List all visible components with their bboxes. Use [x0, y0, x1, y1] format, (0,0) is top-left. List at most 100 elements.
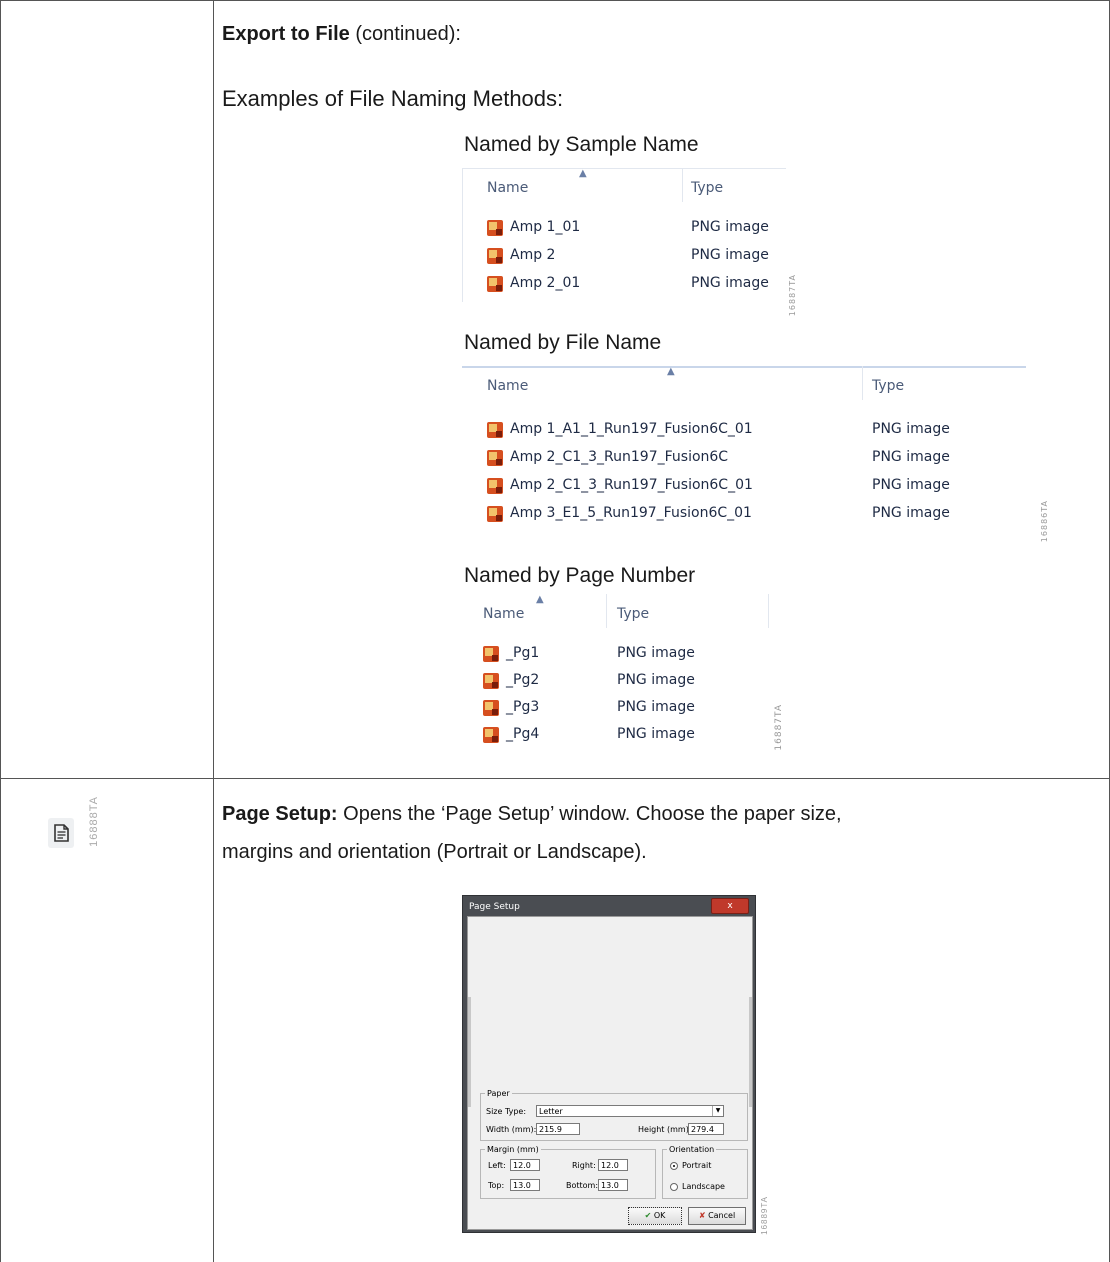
list-header: ▲ Name Type — [462, 168, 786, 208]
type-column-header[interactable]: Type — [872, 378, 904, 394]
list-item[interactable]: Amp 1_01 PNG image — [462, 214, 786, 242]
page-setup-dialog: Page Setup x Paper Size Type: Letter ▼ W… — [462, 895, 756, 1233]
png-image-icon — [483, 646, 499, 662]
name-column-header[interactable]: Name — [487, 180, 528, 196]
close-icon[interactable]: x — [711, 898, 749, 914]
check-icon: ✔ — [644, 1211, 652, 1220]
file-name: Amp 2 — [510, 247, 556, 263]
page-number-explorer: ▲ Name Type _Pg1 PNG image _Pg2 PNG imag… — [470, 594, 784, 752]
column-divider — [862, 366, 863, 400]
dialog-scrollbar-left — [468, 997, 471, 1107]
file-name: Amp 1_01 — [510, 219, 581, 235]
file-name: Amp 2_C1_3_Run197_Fusion6C — [510, 449, 729, 465]
column-divider — [606, 594, 607, 628]
size-type-label: Size Type: — [486, 1107, 527, 1116]
list-item[interactable]: _Pg3 PNG image — [470, 694, 780, 722]
portrait-radio[interactable] — [670, 1162, 678, 1170]
cross-icon: ✘ — [698, 1211, 706, 1220]
right-margin-field[interactable]: 12.0 — [598, 1159, 628, 1171]
table-left-rule — [0, 0, 1, 1262]
type-column-header[interactable]: Type — [691, 180, 723, 196]
list-item[interactable]: Amp 2 PNG image — [462, 242, 786, 270]
figure-code: 16887TA — [774, 704, 784, 751]
icon-figure-code: 16888TA — [88, 796, 100, 847]
size-type-value: Letter — [539, 1107, 563, 1116]
page-setup-desc-line1: Opens the ‘Page Setup’ window. Choose th… — [337, 803, 842, 825]
left-margin-label: Left: — [488, 1161, 506, 1170]
sort-ascending-icon[interactable]: ▲ — [579, 168, 587, 179]
page-setup-description: Page Setup: Opens the ‘Page Setup’ windo… — [222, 798, 842, 830]
file-name: Amp 2_01 — [510, 275, 581, 291]
margin-legend: Margin (mm) — [487, 1145, 539, 1154]
export-to-file-title: Export to File (continued): — [222, 18, 461, 50]
export-to-file-label: Export to File — [222, 23, 350, 45]
landscape-radio[interactable] — [670, 1183, 678, 1191]
png-image-icon — [487, 276, 503, 292]
right-margin-label: Right: — [572, 1161, 596, 1170]
ok-button[interactable]: ✔ OK — [628, 1207, 682, 1225]
page-number-heading: Named by Page Number — [464, 564, 696, 587]
file-type: PNG image — [691, 247, 769, 263]
file-name: Amp 1_A1_1_Run197_Fusion6C_01 — [510, 421, 753, 437]
bottom-margin-field[interactable]: 13.0 — [598, 1179, 628, 1191]
name-column-header[interactable]: Name — [483, 606, 524, 622]
file-name: _Pg3 — [506, 699, 540, 715]
table-column-rule — [213, 0, 214, 1262]
cancel-button[interactable]: ✘ Cancel — [688, 1207, 746, 1225]
list-item[interactable]: Amp 2_01 PNG image — [462, 270, 786, 298]
png-image-icon — [483, 727, 499, 743]
list-header: ▲ Name Type — [462, 366, 1026, 406]
list-item[interactable]: _Pg2 PNG image — [470, 667, 780, 695]
list-item[interactable]: Amp 2_C1_3_Run197_Fusion6C PNG image — [462, 444, 1026, 472]
png-image-icon — [487, 506, 503, 522]
file-name: _Pg4 — [506, 726, 540, 742]
list-item[interactable]: _Pg4 PNG image — [470, 721, 780, 749]
page-setup-desc-line2: margins and orientation (Portrait or Lan… — [222, 841, 647, 863]
page-setup-icon[interactable] — [48, 818, 74, 848]
name-column-header[interactable]: Name — [487, 378, 528, 394]
png-image-icon — [483, 700, 499, 716]
file-name-heading: Named by File Name — [464, 331, 662, 354]
margin-group: Margin (mm) — [480, 1145, 656, 1199]
list-header: ▲ Name Type — [470, 594, 780, 634]
top-margin-field[interactable]: 13.0 — [510, 1179, 540, 1191]
file-name: Amp 2_C1_3_Run197_Fusion6C_01 — [510, 477, 753, 493]
file-name: _Pg2 — [506, 672, 540, 688]
file-type: PNG image — [617, 699, 695, 715]
dialog-title: Page Setup — [469, 902, 520, 912]
table-top-rule — [0, 0, 1110, 1]
file-type: PNG image — [617, 672, 695, 688]
chevron-down-icon[interactable]: ▼ — [712, 1106, 723, 1116]
type-column-header[interactable]: Type — [617, 606, 649, 622]
width-field[interactable]: 215.9 — [536, 1123, 580, 1135]
sort-ascending-icon[interactable]: ▲ — [667, 366, 675, 377]
width-label: Width (mm): — [486, 1125, 537, 1134]
list-item[interactable]: Amp 1_A1_1_Run197_Fusion6C_01 PNG image — [462, 416, 1026, 444]
dialog-figure-code: 16889TA — [760, 1196, 769, 1235]
file-name: _Pg1 — [506, 645, 540, 661]
height-label: Height (mm): — [638, 1125, 692, 1134]
table-row-rule — [0, 778, 1110, 779]
list-item[interactable]: Amp 2_C1_3_Run197_Fusion6C_01 PNG image — [462, 472, 1026, 500]
examples-heading: Examples of File Naming Methods: — [222, 86, 564, 111]
paper-legend: Paper — [487, 1089, 510, 1098]
sort-ascending-icon[interactable]: ▲ — [536, 594, 544, 605]
dialog-body: Paper Size Type: Letter ▼ Width (mm): 21… — [467, 916, 753, 1230]
file-type: PNG image — [617, 726, 695, 742]
portrait-label: Portrait — [682, 1161, 712, 1170]
height-field[interactable]: 279.4 — [688, 1123, 724, 1135]
list-item[interactable]: Amp 3_E1_5_Run197_Fusion6C_01 PNG image — [462, 500, 1026, 528]
png-image-icon — [487, 248, 503, 264]
list-item[interactable]: _Pg1 PNG image — [470, 640, 780, 668]
png-image-icon — [487, 422, 503, 438]
png-image-icon — [487, 478, 503, 494]
size-type-select[interactable]: Letter ▼ — [536, 1105, 724, 1117]
file-type: PNG image — [691, 219, 769, 235]
sample-name-explorer: ▲ Name Type Amp 1_01 PNG image Amp 2 PNG… — [462, 168, 797, 316]
left-margin-field[interactable]: 12.0 — [510, 1159, 540, 1171]
page-setup-icon-graphic — [54, 824, 69, 842]
cancel-label: Cancel — [708, 1211, 736, 1220]
png-image-icon — [487, 220, 503, 236]
file-name-explorer: ▲ Name Type Amp 1_A1_1_Run197_Fusion6C_0… — [462, 366, 1049, 542]
top-margin-label: Top: — [488, 1181, 505, 1190]
